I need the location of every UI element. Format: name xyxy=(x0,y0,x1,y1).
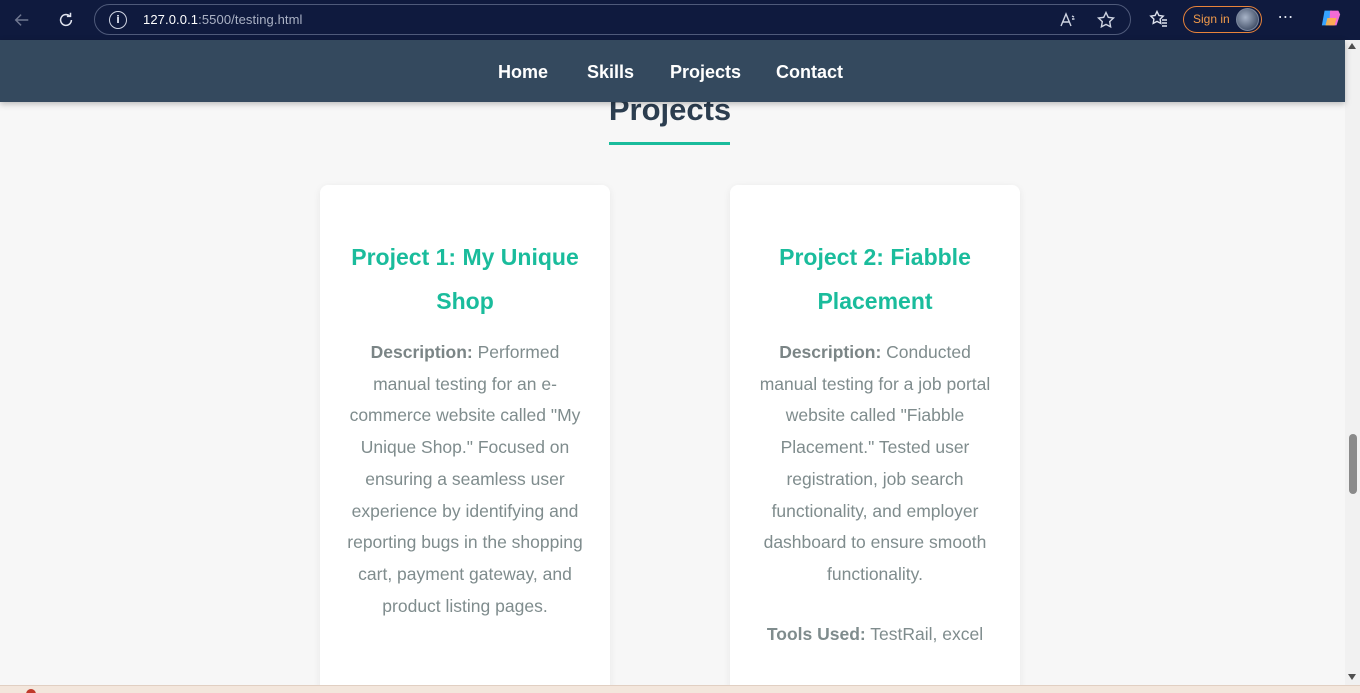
read-aloud-icon[interactable] xyxy=(1058,10,1078,30)
description-label: Description: xyxy=(779,342,882,362)
nav-projects-link[interactable]: Projects xyxy=(670,62,741,83)
project-title: Project 2: Fiabble Placement xyxy=(779,244,971,314)
nav-contact-link[interactable]: Contact xyxy=(776,62,843,83)
favorite-star-icon[interactable] xyxy=(1096,10,1116,30)
taskbar-edge xyxy=(0,685,1360,693)
page-scrollbar[interactable] xyxy=(1345,40,1360,685)
copilot-icon[interactable] xyxy=(1320,7,1342,29)
scroll-up-arrow-icon[interactable] xyxy=(1348,43,1356,49)
url-path: :5500/testing.html xyxy=(198,12,303,27)
site-info-icon[interactable]: i xyxy=(109,11,127,29)
title-underline xyxy=(609,142,730,145)
description-text: Conducted manual testing for a job porta… xyxy=(759,342,991,584)
url-text[interactable]: 127.0.0.1:5500/testing.html xyxy=(143,12,303,27)
scroll-down-arrow-icon[interactable] xyxy=(1348,674,1356,680)
description-label: Description: xyxy=(370,342,473,362)
project-card: Project 1: My Unique Shop Description: P… xyxy=(320,185,610,693)
address-bar[interactable]: i 127.0.0.1:5500/testing.html xyxy=(94,4,1131,35)
project-card: Project 2: Fiabble Placement Description… xyxy=(730,185,1020,693)
refresh-icon[interactable] xyxy=(52,6,80,34)
notification-dot-icon xyxy=(26,689,36,693)
url-host: 127.0.0.1 xyxy=(143,12,199,27)
description-text: Performed manual testing for an e-commer… xyxy=(347,342,583,616)
project-title: Project 1: My Unique Shop xyxy=(351,244,579,314)
nav-skills-link[interactable]: Skills xyxy=(587,62,634,83)
avatar xyxy=(1236,8,1259,31)
favorites-icon[interactable] xyxy=(1148,8,1170,30)
project-description: Description: Performed manual testing fo… xyxy=(342,337,588,622)
sign-in-button[interactable]: Sign in xyxy=(1183,6,1262,33)
browser-toolbar: i 127.0.0.1:5500/testing.html Sign in ⋯ xyxy=(0,0,1360,40)
more-options-icon[interactable]: ⋯ xyxy=(1275,6,1297,28)
scrollbar-thumb[interactable] xyxy=(1349,434,1357,494)
tools-text: TestRail, excel xyxy=(865,624,984,644)
tools-label: Tools Used: xyxy=(766,624,866,644)
sign-in-label: Sign in xyxy=(1193,12,1230,26)
project-tools: Tools Used: TestRail, excel xyxy=(752,619,998,650)
nav-home-link[interactable]: Home xyxy=(498,62,548,83)
site-navbar: Home Skills Projects Contact xyxy=(0,40,1345,102)
project-description: Description: Conducted manual testing fo… xyxy=(752,337,998,591)
back-arrow-icon[interactable] xyxy=(8,6,36,34)
